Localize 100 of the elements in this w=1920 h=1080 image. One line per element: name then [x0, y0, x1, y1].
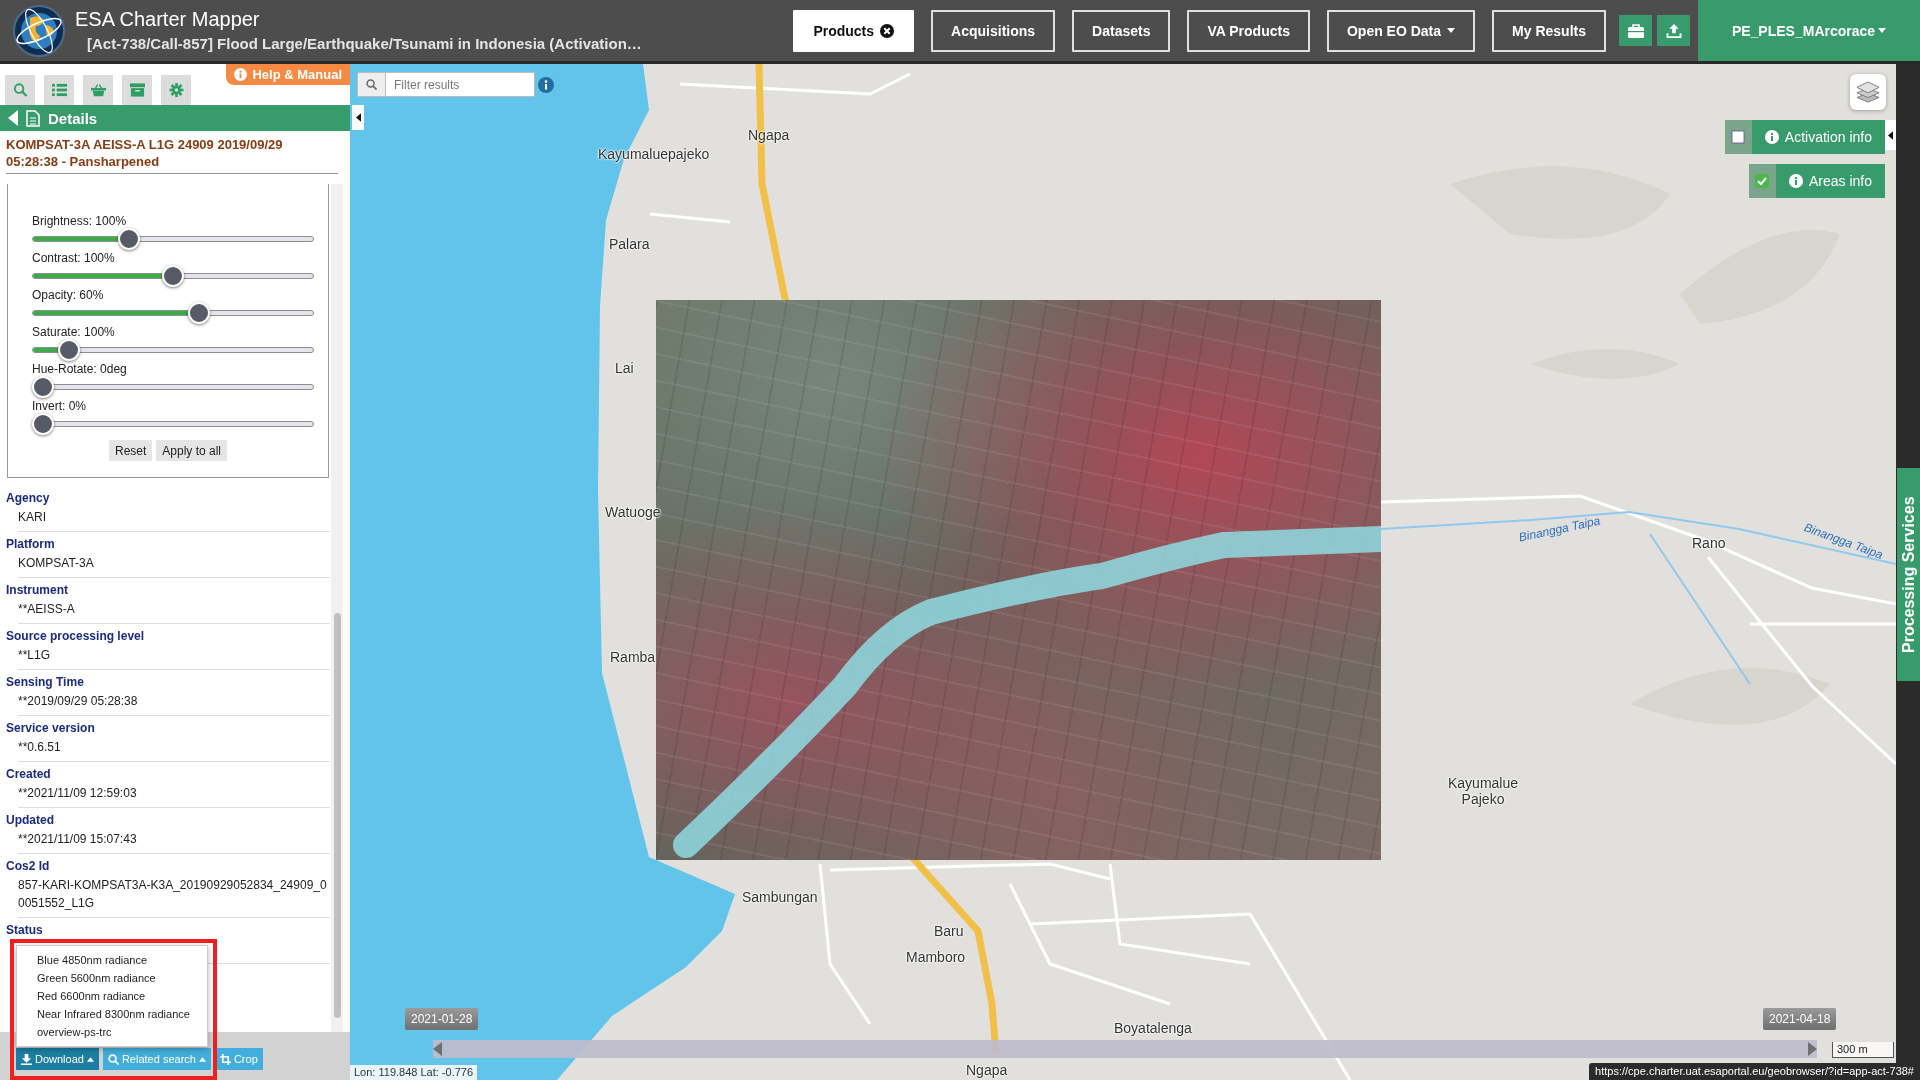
- toolbar-button[interactable]: [122, 75, 152, 105]
- scrollbar-track[interactable]: [331, 184, 343, 1032]
- collapse-tab[interactable]: [352, 105, 364, 130]
- date-label: 2021-01-28: [405, 1008, 479, 1030]
- app-title: ESA Charter Mapper: [75, 7, 260, 31]
- search-icon: [12, 83, 28, 97]
- gear-icon: [168, 83, 184, 97]
- search-icon: [107, 1053, 119, 1065]
- filter-slider[interactable]: [32, 413, 314, 435]
- place-label: Baru: [934, 923, 964, 939]
- search-icon: [366, 79, 377, 90]
- info-icon[interactable]: [538, 77, 554, 93]
- toolbar-button[interactable]: [5, 75, 35, 105]
- place-label: Boyatalenga: [1114, 1020, 1192, 1036]
- place-label: Palara: [609, 236, 650, 252]
- collapse-tab[interactable]: [1885, 120, 1896, 150]
- timeline-track[interactable]: [433, 1040, 1817, 1058]
- checkbox-toggle[interactable]: [1748, 164, 1776, 198]
- property-label: Sensing Time: [5, 674, 85, 689]
- property-value: KARI: [17, 509, 47, 526]
- crop-icon: [219, 1053, 231, 1065]
- nav-tab[interactable]: Datasets: [1072, 9, 1171, 52]
- panel-title: Details: [48, 109, 98, 127]
- checkbox-icon[interactable]: [1731, 130, 1746, 144]
- menu-item[interactable]: overview-ps-trc: [17, 1023, 207, 1041]
- caret-left-icon: [355, 113, 361, 122]
- menu-item[interactable]: Blue 4850nm radiance: [17, 951, 207, 969]
- slider-thumb[interactable]: [188, 302, 210, 324]
- property-value: 857-KARI-KOMPSAT3A-K3A_20190929052834_24909_00051552_L1G: [17, 877, 328, 912]
- slider-thumb[interactable]: [58, 339, 80, 361]
- info-icon: [234, 68, 248, 81]
- filter-slider[interactable]: [32, 228, 314, 250]
- document-icon: [26, 109, 40, 127]
- filter-slider[interactable]: [32, 339, 314, 361]
- scrollbar-thumb[interactable]: [334, 613, 341, 1018]
- toolbar-button[interactable]: [44, 75, 74, 105]
- nav-tab[interactable]: Products: [793, 9, 915, 52]
- property-label: Status: [5, 922, 44, 937]
- filter-slider[interactable]: [32, 376, 314, 398]
- toolbar-button[interactable]: [83, 75, 113, 105]
- search-button[interactable]: [357, 72, 386, 97]
- property-label: Created: [5, 766, 52, 781]
- panel-button[interactable]: Reset: [108, 440, 153, 461]
- close-icon[interactable]: [880, 23, 895, 38]
- slider-thumb[interactable]: [32, 376, 54, 398]
- caret-left-icon: [1888, 130, 1893, 140]
- layers-icon: [1856, 81, 1880, 103]
- layers-button[interactable]: [1850, 74, 1886, 110]
- property-value: **AEISS-A: [17, 601, 76, 618]
- timeline-handle[interactable]: [1808, 1040, 1817, 1058]
- download-button[interactable]: Download: [16, 1048, 99, 1070]
- caret-down-icon: [1878, 28, 1887, 33]
- slider-thumb[interactable]: [162, 265, 184, 287]
- toolbar-button[interactable]: [161, 75, 191, 105]
- property-value: KOMPSAT-3A: [17, 555, 95, 572]
- filter-label: Hue-Rotate: 0deg: [32, 362, 128, 376]
- upload-icon: [1665, 23, 1682, 38]
- product-title: KOMPSAT-3A AEISS-A L1G 24909 2019/09/29 05:28:38 - Pansharpened: [6, 131, 338, 174]
- scale-bar: 300 m: [1832, 1042, 1894, 1058]
- toolbar-button[interactable]: [1619, 15, 1652, 46]
- filter-slider[interactable]: [32, 265, 314, 287]
- place-label: Rano: [1692, 535, 1726, 551]
- property-value: **2019/09/29 05:28:38: [17, 693, 139, 710]
- filter-label: Saturate: 100%: [32, 325, 116, 339]
- property-value: **L1G: [17, 647, 52, 664]
- info-icon: [1788, 174, 1803, 188]
- menu-item[interactable]: Red 6600nm radiance: [17, 987, 207, 1005]
- property-label: Instrument: [5, 582, 69, 597]
- property-label: Platform: [5, 536, 56, 551]
- nav-tab[interactable]: Acquisitions: [931, 9, 1056, 52]
- panel-button[interactable]: Apply to all: [156, 440, 228, 461]
- menu-item[interactable]: Green 5600nm radiance: [17, 969, 207, 987]
- filter-label: Contrast: 100%: [32, 251, 116, 265]
- basket-icon: [90, 83, 106, 97]
- property-value: **2021/11/09 15:07:43: [17, 831, 138, 848]
- search-field[interactable]: Filter results: [386, 72, 535, 97]
- property-value: **0.6.51: [17, 739, 62, 756]
- caret-left-icon[interactable]: [8, 110, 18, 126]
- place-label: Mamboro: [906, 949, 966, 965]
- briefcase-icon: [1627, 23, 1644, 38]
- timeline-handle[interactable]: [433, 1040, 442, 1058]
- nav-tab[interactable]: Open EO Data: [1326, 9, 1476, 52]
- slider-thumb[interactable]: [117, 228, 140, 250]
- toolbar-button[interactable]: [1657, 15, 1690, 46]
- checkbox-toggle[interactable]: [1724, 120, 1752, 154]
- menu-item[interactable]: Near Infrared 8300nm radiance: [17, 1005, 207, 1023]
- filter-label: Invert: 0%: [32, 399, 88, 413]
- filter-label: Opacity: 60%: [32, 288, 105, 302]
- property-label: Service version: [5, 720, 96, 735]
- date-label: 2021-04-18: [1763, 1008, 1837, 1030]
- activation-title: [Act-738/Call-857] Flood Large/Earthquake/Tsunami in Indonesia (Activation…: [87, 34, 642, 54]
- filter-slider[interactable]: [32, 302, 314, 324]
- checked-checkbox-icon[interactable]: [1755, 174, 1770, 188]
- nav-tab[interactable]: VA Products: [1187, 9, 1310, 52]
- globe-logo-icon: [12, 3, 66, 58]
- filter-label: Brightness: 100%: [32, 214, 128, 228]
- property-value: **2021/11/09 12:59:03: [17, 785, 138, 802]
- property-label: Cos2 Id: [5, 858, 51, 873]
- slider-thumb[interactable]: [32, 413, 54, 435]
- nav-tab[interactable]: My Results: [1492, 9, 1606, 52]
